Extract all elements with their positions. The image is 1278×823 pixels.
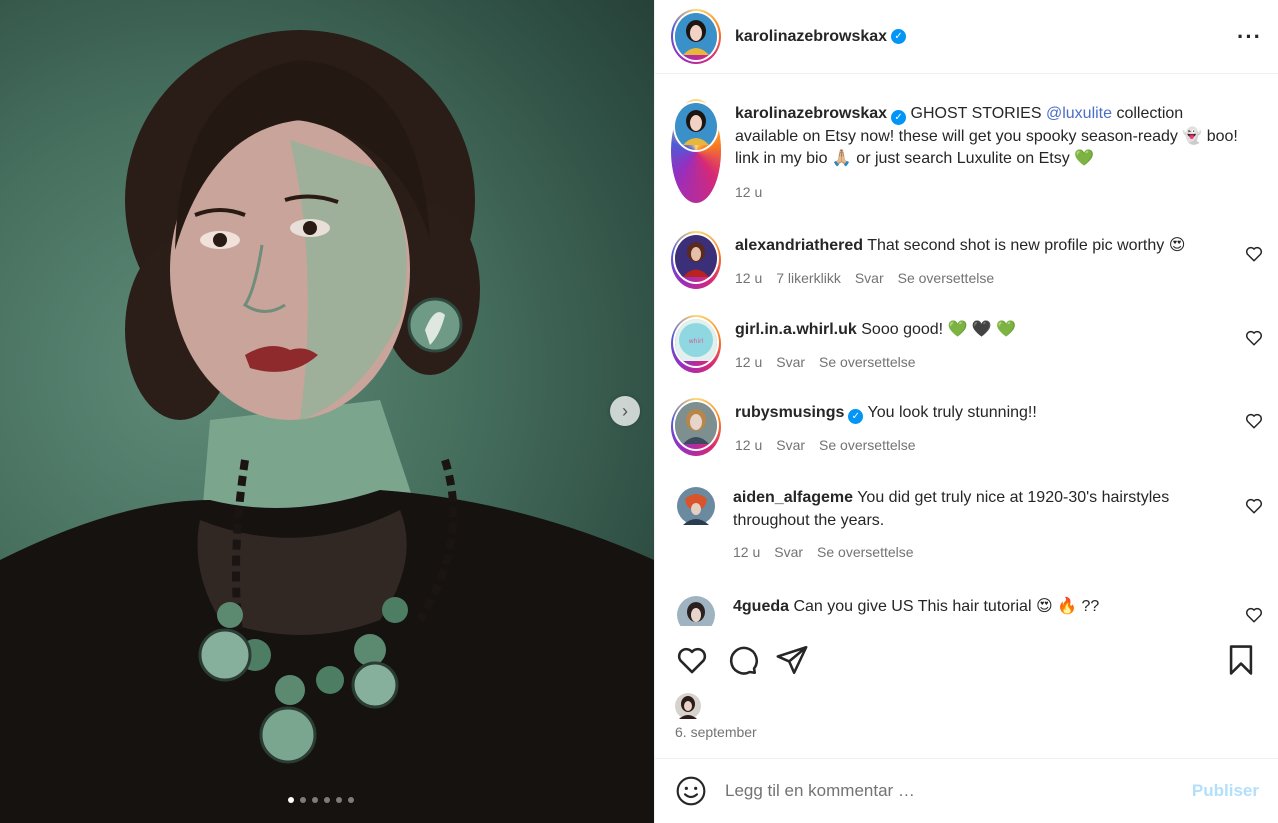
verified-badge-icon: ✓ <box>891 29 907 44</box>
caption-time: 12 u <box>735 183 763 200</box>
comment-time: 12 u <box>735 269 763 286</box>
comment-username[interactable]: alexandriathered <box>735 237 863 254</box>
liker-avatar[interactable] <box>675 693 701 724</box>
reply-button[interactable]: Svar <box>776 351 805 374</box>
comment-item: whirl girl.in.a.whirl.uk Sooo good! 💚 🖤 … <box>671 315 1263 373</box>
caption-text-prefix: GHOST STORIES <box>910 105 1046 122</box>
translate-button[interactable]: Se oversettelse <box>898 267 995 290</box>
comment-username[interactable]: 4gueda <box>733 598 789 615</box>
commenter-avatar-image <box>675 402 717 444</box>
add-comment-bar: Publiser <box>655 758 1278 823</box>
svg-text:whirl: whirl <box>689 338 704 345</box>
caption-mention-link[interactable]: @luxulite <box>1046 105 1112 122</box>
post-header: karolinazebrowskax ✓ ··· <box>655 0 1278 74</box>
comment-time: 12 u <box>735 436 763 453</box>
liker-avatar-image <box>675 693 701 719</box>
comment-time: 12 u <box>733 544 761 560</box>
comment-likes-count[interactable]: 7 likerklikk <box>776 267 841 290</box>
more-horizontal-icon[interactable]: ··· <box>1237 24 1262 50</box>
post-caption: karolinazebrowskax ✓ GHOST STORIES @luxul… <box>671 99 1263 203</box>
author-avatar[interactable] <box>671 9 721 64</box>
translate-button[interactable]: Se oversettelse <box>819 351 916 374</box>
carousel-dot <box>348 797 354 803</box>
publish-button[interactable]: Publiser <box>1192 781 1259 801</box>
comment-item: alexandriathered That second shot is new… <box>671 231 1263 289</box>
commenter-avatar[interactable] <box>671 231 721 289</box>
carousel-dot <box>324 797 330 803</box>
caption-username[interactable]: karolinazebrowskax <box>735 105 887 122</box>
comment-like-heart-icon[interactable] <box>1245 606 1263 624</box>
share-paper-plane-icon[interactable] <box>775 643 809 677</box>
comment-username[interactable]: rubysmusings <box>735 404 844 421</box>
author-username[interactable]: karolinazebrowskax <box>735 28 887 46</box>
commenter-avatar[interactable]: whirl <box>671 315 721 373</box>
comment-item: 4gueda Can you give US This hair tutoria… <box>671 592 1263 626</box>
comment-like-heart-icon[interactable] <box>1245 245 1263 263</box>
bookmark-icon[interactable] <box>1224 643 1258 677</box>
comment-like-heart-icon[interactable] <box>1245 497 1263 515</box>
carousel-dot <box>288 797 294 803</box>
portrait-illustration <box>0 30 654 823</box>
comment-like-heart-icon[interactable] <box>1245 412 1263 430</box>
comment-item: aiden_alfageme You did get truly nice at… <box>671 483 1263 564</box>
next-photo-button[interactable]: › <box>610 396 640 426</box>
comment-text: Sooo good! 💚 🖤 💚 <box>861 321 1017 338</box>
carousel-dot <box>300 797 306 803</box>
translate-button[interactable]: Se oversettelse <box>819 434 916 457</box>
comment-time: 12 u <box>735 353 763 370</box>
verified-badge-icon: ✓ <box>891 110 907 125</box>
translate-button[interactable]: Se oversettelse <box>817 541 914 564</box>
carousel-dot <box>312 797 318 803</box>
reply-button[interactable]: Svar <box>855 267 884 290</box>
like-heart-icon[interactable] <box>675 643 709 677</box>
comment-username[interactable]: girl.in.a.whirl.uk <box>735 321 857 338</box>
emoji-smiley-icon[interactable] <box>675 775 707 807</box>
reply-button[interactable]: Svar <box>774 541 803 564</box>
caption-avatar-image <box>675 103 717 145</box>
commenter-avatar[interactable] <box>673 592 719 626</box>
carousel-indicator <box>288 797 354 803</box>
caption-avatar[interactable] <box>671 99 721 203</box>
comment-like-heart-icon[interactable] <box>1245 329 1263 347</box>
comments-list[interactable]: karolinazebrowskax ✓ GHOST STORIES @luxul… <box>655 75 1278 626</box>
post-date: 6. september <box>675 724 757 740</box>
commenter-avatar-image <box>675 235 717 277</box>
post-photo[interactable]: › <box>0 0 654 823</box>
comment-username[interactable]: aiden_alfageme <box>733 489 853 506</box>
commenter-avatar-image: whirl <box>675 319 717 361</box>
commenter-avatar[interactable] <box>673 483 719 529</box>
commenter-avatar-image <box>677 595 715 626</box>
author-avatar-image <box>675 13 717 55</box>
comment-bubble-icon[interactable] <box>725 643 759 677</box>
comment-text: You look truly stunning!! <box>867 404 1037 421</box>
commenter-avatar-image <box>677 487 715 525</box>
carousel-dot <box>336 797 342 803</box>
add-comment-input[interactable] <box>725 781 1192 801</box>
comment-text: Can you give US This hair tutorial 😍 🔥 ?… <box>793 597 1100 615</box>
comment-item: rubysmusings ✓ You look truly stunning!! … <box>671 398 1263 456</box>
reply-button[interactable]: Svar <box>776 434 805 457</box>
comment-text: That second shot is new profile pic wort… <box>867 237 1186 254</box>
verified-badge-icon: ✓ <box>848 409 864 424</box>
chevron-right-icon: › <box>622 400 628 421</box>
commenter-avatar[interactable] <box>671 398 721 456</box>
post-actions <box>675 640 1258 680</box>
post-panel: karolinazebrowskax ✓ ··· karolinazebrows… <box>654 0 1278 823</box>
